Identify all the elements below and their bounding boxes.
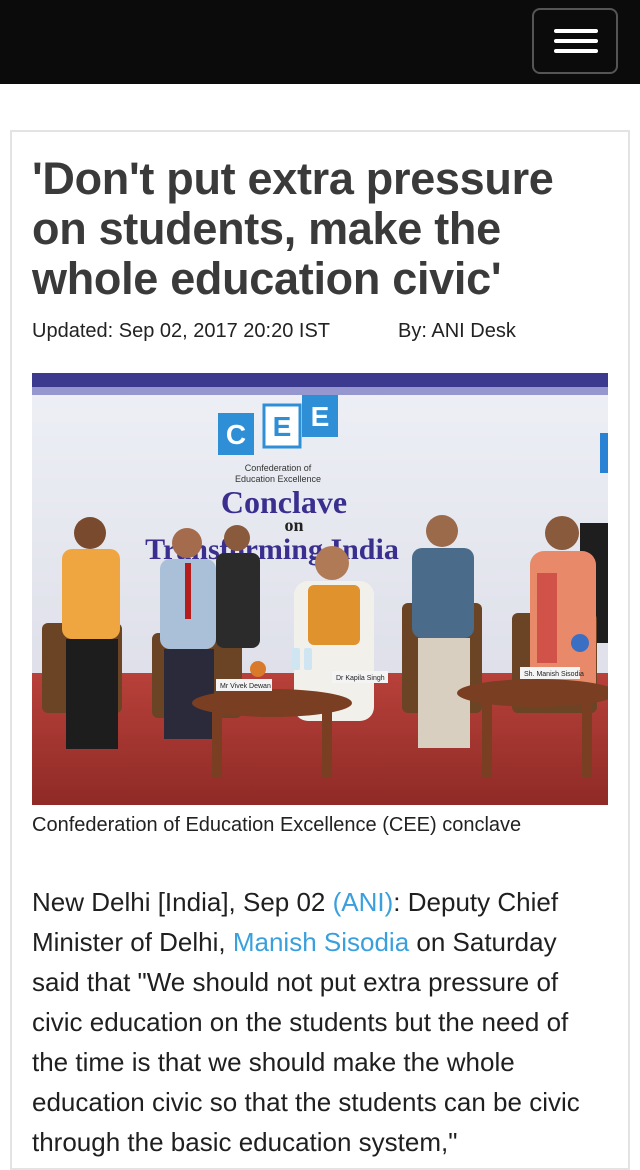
top-nav-bar <box>0 0 640 84</box>
logo-letter: E <box>311 401 330 432</box>
hamburger-icon-line <box>554 49 598 53</box>
banner-org-line2: Education Excellence <box>235 474 321 484</box>
byline: By: ANI Desk <box>398 320 516 342</box>
ani-link[interactable]: (ANI) <box>333 887 394 917</box>
article-title: 'Don't put extra pressure on students, m… <box>32 153 554 304</box>
banner-org-line1: Confederation of <box>245 463 312 473</box>
hamburger-icon <box>554 29 598 33</box>
menu-button[interactable] <box>532 8 618 74</box>
nameplate: Sh. Manish Sisodia <box>524 671 584 678</box>
manish-sisodia-link[interactable]: Manish Sisodia <box>233 927 409 957</box>
photo-caption: Confederation of Education Excellence (C… <box>32 814 522 836</box>
logo-letter: E <box>273 411 292 442</box>
article-card: 'Don't put extra pressure on students, m… <box>10 130 630 1170</box>
hamburger-icon-line <box>554 39 598 43</box>
logo-letter: C <box>226 419 246 450</box>
body-text: New Delhi [India], Sep 02 <box>32 887 333 917</box>
conclave-photo: C E E Confederation of Education Excelle… <box>32 373 608 805</box>
nameplate: Dr Kapila Singh <box>336 675 385 682</box>
article-meta: Updated: Sep 02, 2017 20:20 IST By: ANI … <box>32 320 612 343</box>
banner-on: on <box>284 515 303 535</box>
updated-timestamp: Updated: Sep 02, 2017 20:20 IST <box>32 320 330 342</box>
nameplate: Mr Vivek Dewan <box>220 683 271 690</box>
article-body: New Delhi [India], Sep 02 (ANI): Deputy … <box>32 882 607 1162</box>
article-photo: C E E Confederation of Education Excelle… <box>32 373 608 805</box>
body-text: on Saturday said that "We should not put… <box>32 927 580 1157</box>
